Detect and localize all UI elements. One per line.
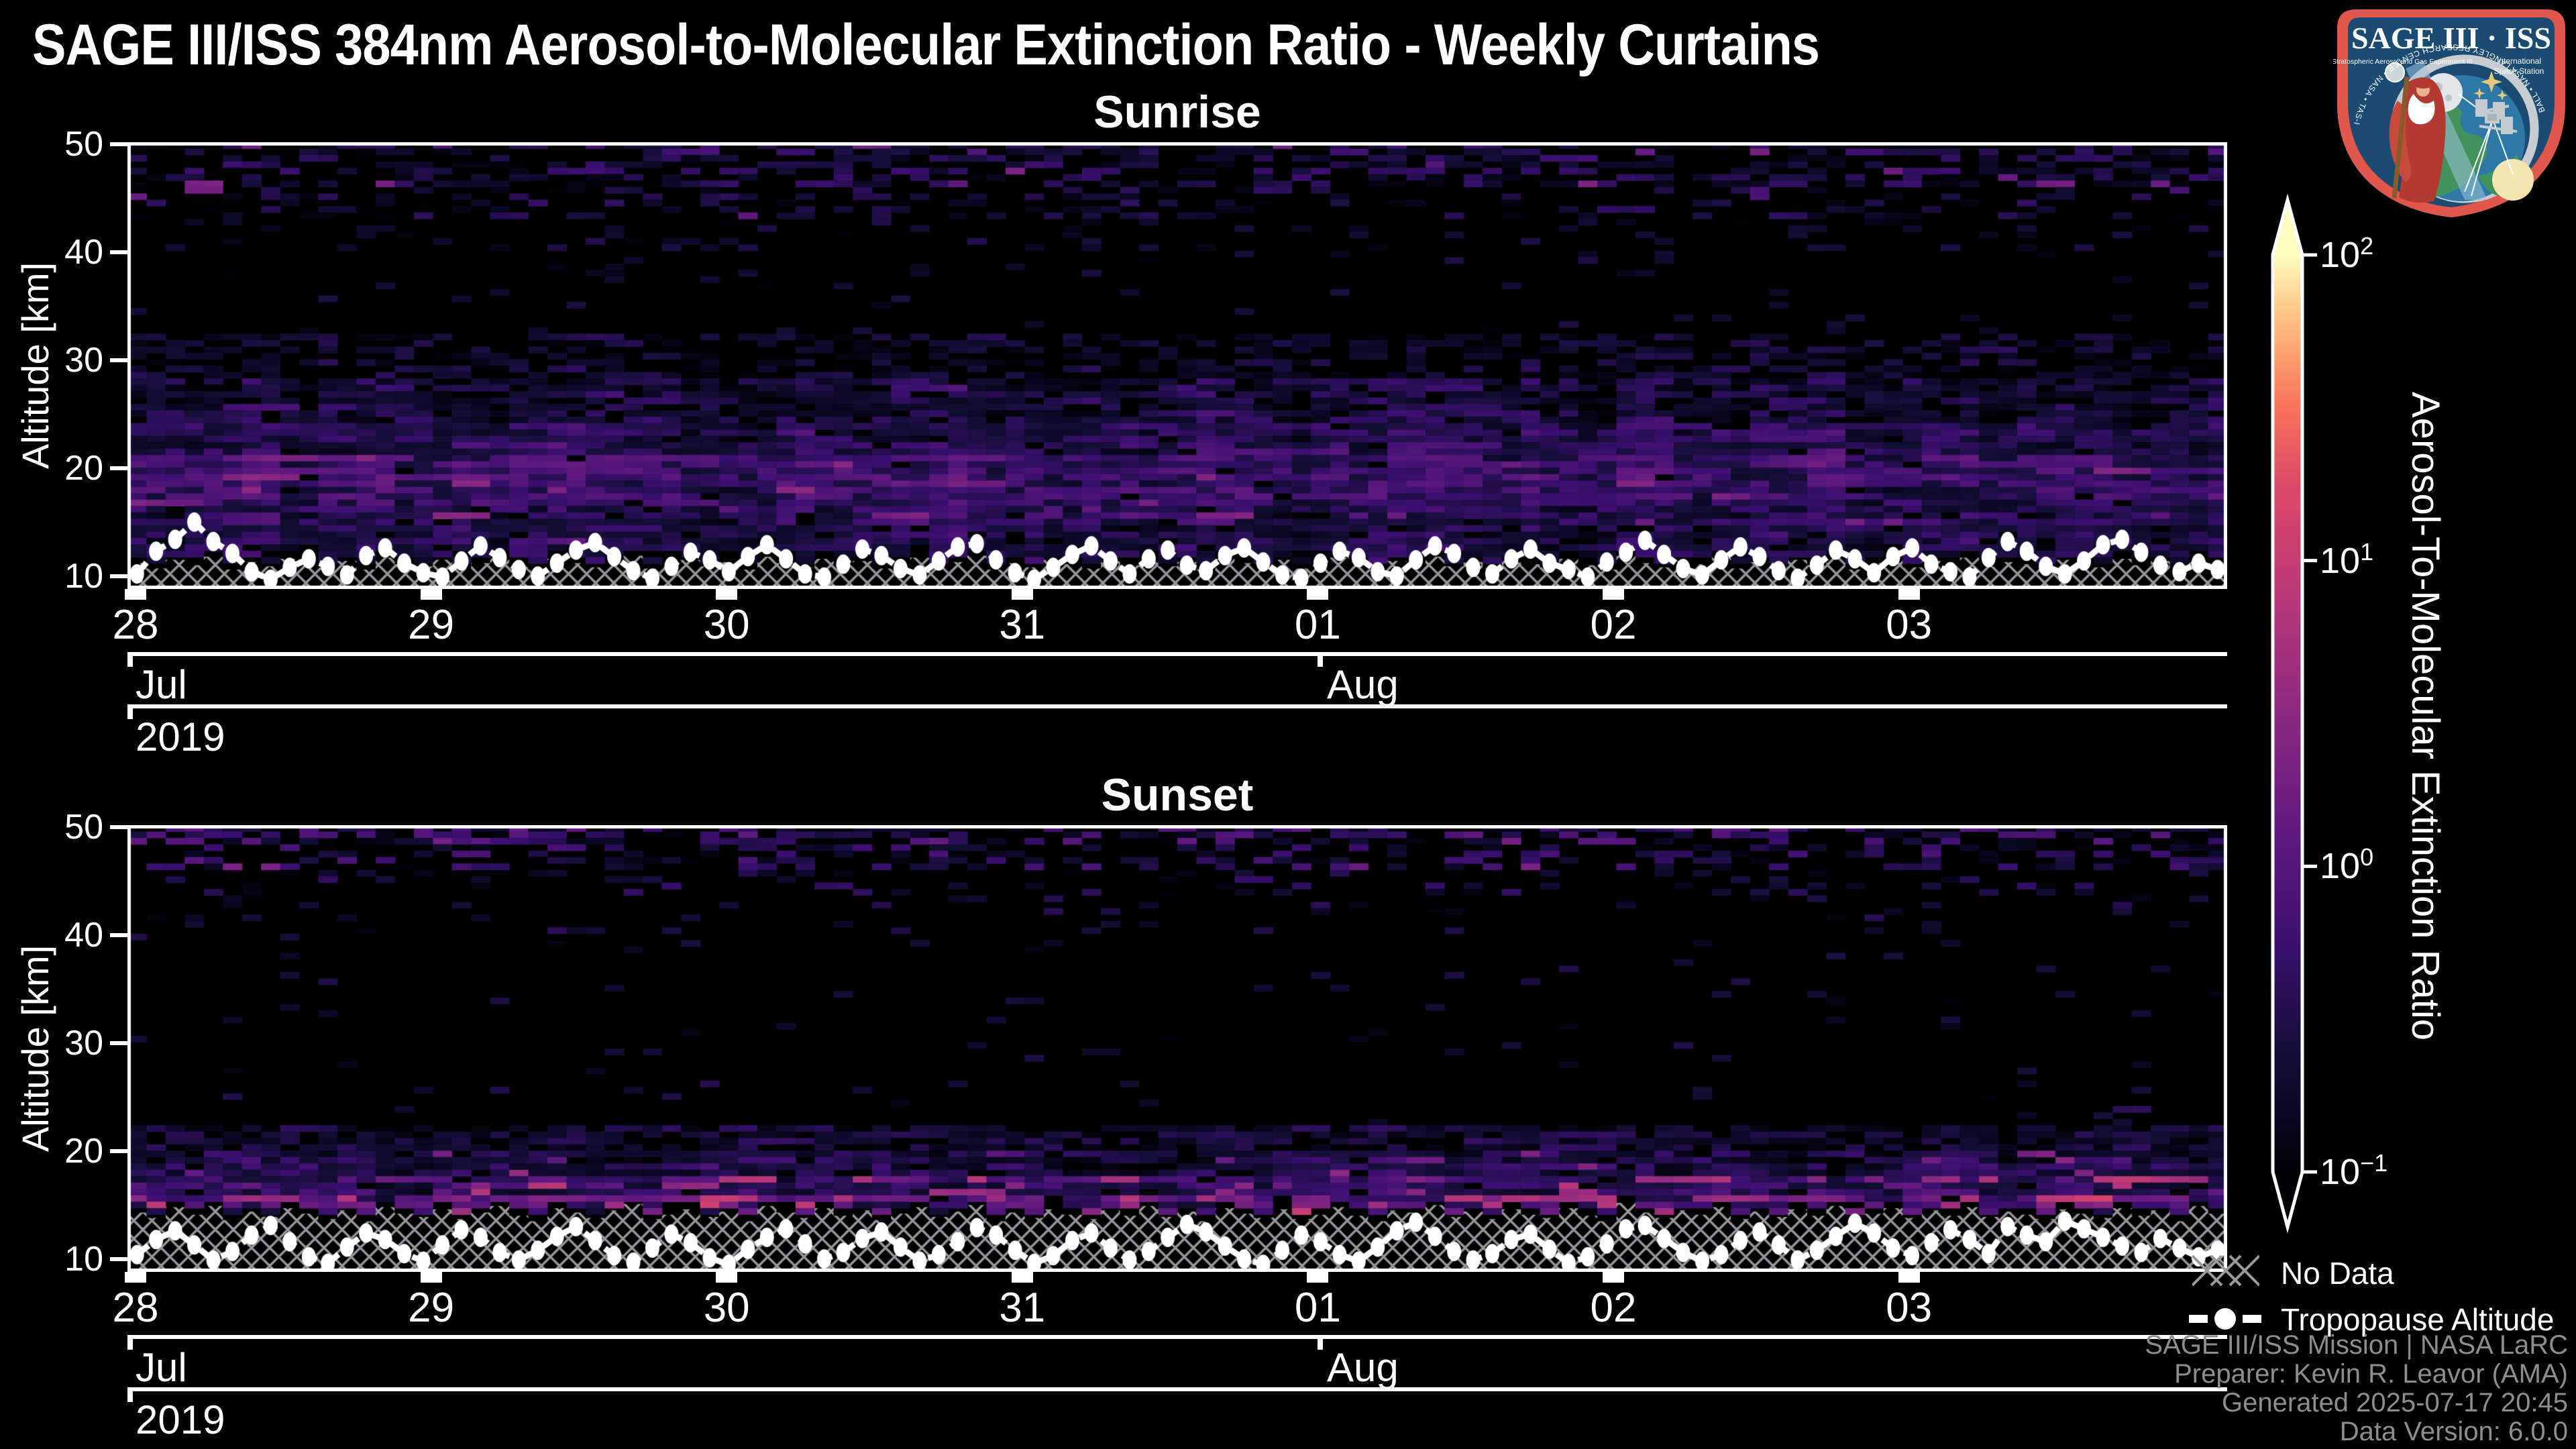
x-day-tick-label: 01 (1257, 1284, 1378, 1332)
y-tick (110, 1257, 127, 1261)
x-day-tick (716, 589, 737, 600)
month-axis-line (127, 652, 2227, 656)
month-start-tick (127, 1339, 133, 1350)
sunrise-panel-title: Sunrise (127, 86, 2227, 138)
sunset-panel-title: Sunset (127, 769, 2227, 821)
x-day-tick-label: 03 (1849, 601, 1970, 649)
x-day-tick (1012, 589, 1033, 600)
y-tick (110, 358, 127, 362)
no-data-hatch-icon (2192, 1252, 2259, 1289)
credit-line: Preparer: Kevin R. Leavor (AMA) (2145, 1360, 2568, 1389)
month-label-jul: Jul (136, 661, 187, 708)
x-day-tick (125, 589, 146, 600)
x-day-tick-label: 31 (962, 601, 1083, 649)
year-axis-line (127, 1387, 2227, 1391)
colorbar-tick-label: 102 (2320, 232, 2373, 276)
mission-logo: SAGE III · ISS Stratospheric Aerosol and… (2333, 7, 2569, 220)
y-tick (110, 466, 127, 470)
x-day-tick-label: 28 (75, 1284, 196, 1332)
year-start-tick (127, 1391, 133, 1402)
y-tick-label: 20 (9, 1131, 103, 1171)
figure-canvas: SAGE III/ISS 384nm Aerosol-to-Molecular … (0, 0, 2576, 1449)
x-day-tick (1307, 589, 1328, 600)
sunset-heatmap (127, 825, 2227, 1272)
month-axis-line (127, 1335, 2227, 1339)
x-day-tick-label: 29 (371, 601, 492, 649)
month-label-aug: Aug (1327, 661, 1399, 708)
colorbar-tick-label: 100 (2320, 843, 2373, 887)
y-tick-label: 40 (9, 232, 103, 272)
colorbar-ticks (2302, 255, 2317, 1172)
sunrise-heatmap (127, 142, 2227, 589)
month-start-tick (127, 656, 133, 667)
x-day-tick (1898, 589, 1920, 600)
y-tick-label: 50 (9, 807, 103, 847)
x-day-tick (421, 589, 442, 600)
credit-line: Data Version: 6.0.0 (2145, 1417, 2568, 1446)
x-day-tick-label: 29 (371, 1284, 492, 1332)
logo-moon-crater-2 (2445, 95, 2452, 101)
x-day-tick (125, 1272, 146, 1283)
month-aug-tick (1318, 1339, 1323, 1350)
y-tick (110, 574, 127, 578)
y-tick-label: 10 (9, 1239, 103, 1279)
year-axis-line (127, 704, 2227, 708)
credit-line: Generated 2025-07-17 20:45 (2145, 1389, 2568, 1417)
month-label-jul: Jul (136, 1344, 187, 1391)
no-data-legend-label: No Data (2281, 1255, 2394, 1291)
y-tick (110, 250, 127, 254)
x-day-tick-label: 30 (666, 601, 787, 649)
x-day-tick-label: 02 (1553, 1284, 1674, 1332)
credit-line: SAGE III/ISS Mission | NASA LaRC (2145, 1331, 2568, 1360)
y-tick-label: 40 (9, 915, 103, 955)
month-aug-tick (1318, 656, 1323, 667)
colorbar-tick-label: 101 (2320, 538, 2373, 582)
y-tick-label: 30 (9, 1023, 103, 1063)
colorbar-axis-label: Aerosol-To-Molecular Extinction Ratio (2403, 280, 2448, 1152)
y-tick-label: 30 (9, 340, 103, 380)
page-title: SAGE III/ISS 384nm Aerosol-to-Molecular … (32, 12, 1819, 78)
colorbar-tick-label: 10−1 (2320, 1149, 2387, 1193)
y-tick (110, 1041, 127, 1045)
month-label-aug: Aug (1327, 1344, 1399, 1391)
y-tick-label: 10 (9, 556, 103, 596)
year-start-tick (127, 708, 133, 719)
x-day-tick (1898, 1272, 1920, 1283)
y-tick (110, 1149, 127, 1153)
x-day-tick (1307, 1272, 1328, 1283)
y-tick (110, 933, 127, 937)
colorbar-gradient-arrow (2273, 200, 2302, 1227)
x-day-tick (421, 1272, 442, 1283)
year-label: 2019 (136, 714, 225, 760)
credits-block: SAGE III/ISS Mission | NASA LaRCPreparer… (2145, 1331, 2568, 1446)
x-day-tick-label: 02 (1553, 601, 1674, 649)
x-day-tick (716, 1272, 737, 1283)
x-day-tick (1603, 1272, 1624, 1283)
x-day-tick-label: 30 (666, 1284, 787, 1332)
y-tick-label: 20 (9, 448, 103, 488)
y-tick (110, 142, 127, 146)
year-label: 2019 (136, 1397, 225, 1443)
x-day-tick (1603, 589, 1624, 600)
y-tick-label: 50 (9, 124, 103, 164)
colorbar (2267, 193, 2408, 1240)
x-day-tick-label: 31 (962, 1284, 1083, 1332)
x-day-tick-label: 01 (1257, 601, 1378, 649)
logo-sun (2492, 159, 2534, 201)
x-day-tick-label: 28 (75, 601, 196, 649)
y-tick (110, 825, 127, 829)
x-day-tick (1012, 1272, 1033, 1283)
x-day-tick-label: 03 (1849, 1284, 1970, 1332)
